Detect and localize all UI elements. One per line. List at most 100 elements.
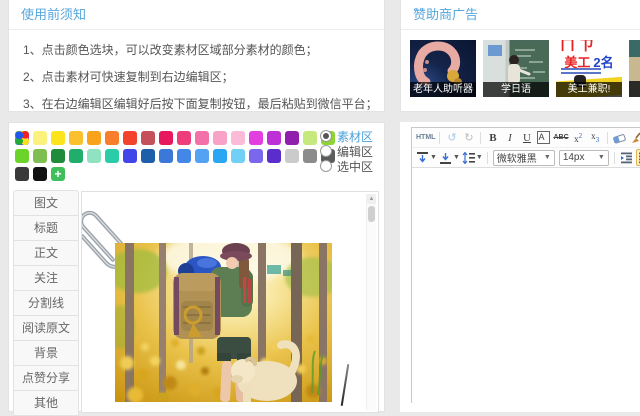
redo-button-label: ↻ <box>464 131 473 144</box>
color-swatch[interactable] <box>123 149 137 163</box>
bold-button[interactable]: B <box>485 130 500 145</box>
editor-toolbar-row2: ▼▼▼微软雅黑▼14px▼ <box>412 148 640 168</box>
color-swatch[interactable] <box>51 149 65 163</box>
color-swatch[interactable] <box>105 149 119 163</box>
sidebar-item-1[interactable]: 图文 <box>13 190 79 216</box>
paperclip-tip-decoration <box>341 364 350 406</box>
font-color-button-label: A <box>537 131 550 144</box>
page: { "notice_panel": { "title": "使用前须知", "i… <box>0 0 640 406</box>
radio-circle[interactable] <box>320 145 332 157</box>
area-radio-1[interactable]: 素材区 <box>320 130 373 145</box>
color-swatch[interactable] <box>249 149 263 163</box>
html-source-button[interactable]: HTML <box>416 130 435 145</box>
color-swatch[interactable] <box>213 131 227 145</box>
line-height-button[interactable]: ▼ <box>462 150 483 165</box>
undo-button[interactable]: ↺ <box>444 130 459 145</box>
strikethrough-button[interactable]: ABC <box>553 130 568 145</box>
color-swatch[interactable] <box>177 131 191 145</box>
ad-caption: 美工兼职! <box>556 82 622 97</box>
color-swatch[interactable] <box>303 149 317 163</box>
subscript-button[interactable]: x3 <box>588 130 603 145</box>
color-swatch[interactable] <box>195 149 209 163</box>
color-swatch[interactable] <box>105 131 119 145</box>
color-swatch[interactable] <box>33 167 47 181</box>
color-swatch[interactable] <box>231 149 245 163</box>
sidebar-item-5[interactable]: 分割线 <box>13 290 79 316</box>
color-swatch[interactable] <box>69 149 83 163</box>
scroll-up-arrow[interactable]: ▲ <box>367 194 376 204</box>
material-category-sidebar: 图文标题正文关注分割线阅读原文背景点赞分享其他 <box>13 190 79 416</box>
rainbow-color-swatch[interactable] <box>15 131 29 145</box>
color-swatch[interactable] <box>123 131 137 145</box>
html-source-button-label: HTML <box>416 134 435 141</box>
toolbar-separator <box>487 152 488 164</box>
color-swatch[interactable] <box>231 131 245 145</box>
ad-thumbnail-2[interactable]: 学日语 <box>483 40 549 97</box>
editor-toolbar-row1: HTML↺↻BIUAABCx2x3▼66 <box>412 128 640 148</box>
color-swatch[interactable] <box>87 131 101 145</box>
radio-circle[interactable] <box>320 160 332 172</box>
color-swatch[interactable] <box>51 131 65 145</box>
color-swatch[interactable] <box>141 149 155 163</box>
eraser-icon[interactable] <box>612 130 627 145</box>
color-swatch[interactable] <box>285 149 299 163</box>
subscript-button-label: x3 <box>591 131 599 144</box>
toolbar-separator <box>614 152 615 164</box>
underline-button[interactable]: U <box>519 130 534 145</box>
superscript-button[interactable]: x2 <box>571 130 586 145</box>
sponsor-ads-title: 赞助商广告 <box>401 0 640 30</box>
spacing-bottom-button[interactable]: ▼ <box>439 150 460 165</box>
color-swatch[interactable] <box>195 131 209 145</box>
color-swatch[interactable] <box>33 131 47 145</box>
editor-content-area[interactable] <box>412 168 640 404</box>
sidebar-item-9[interactable]: 其他 <box>13 390 79 416</box>
color-swatch[interactable] <box>213 149 227 163</box>
photo-material[interactable] <box>115 243 332 402</box>
font-size-select[interactable]: 14px▼ <box>559 150 609 166</box>
color-swatch[interactable] <box>249 131 263 145</box>
sidebar-item-8[interactable]: 点赞分享 <box>13 365 79 391</box>
color-swatch[interactable] <box>159 149 173 163</box>
color-swatch[interactable] <box>267 149 281 163</box>
color-swatch[interactable] <box>141 131 155 145</box>
color-swatch[interactable] <box>15 167 29 181</box>
area-radio-3[interactable]: 选中区 <box>320 160 373 175</box>
color-swatch[interactable] <box>303 131 317 145</box>
radio-label: 编辑区 <box>337 145 373 159</box>
bold-button-label: B <box>489 132 496 144</box>
color-swatch[interactable] <box>87 149 101 163</box>
add-color-button[interactable]: + <box>51 167 65 181</box>
underline-button-label: U <box>523 132 531 144</box>
font-family-select[interactable]: 微软雅黑▼ <box>493 150 555 166</box>
color-swatch[interactable] <box>285 131 299 145</box>
radio-circle[interactable] <box>320 130 332 142</box>
toolbar-separator <box>607 132 608 144</box>
scrollbar-thumb[interactable] <box>368 206 375 222</box>
color-swatch[interactable] <box>177 149 191 163</box>
italic-button[interactable]: I <box>502 130 517 145</box>
color-swatch[interactable] <box>69 131 83 145</box>
broom-icon[interactable] <box>629 130 640 145</box>
ad-thumbnail-4[interactable] <box>629 40 640 97</box>
ads-row: 老年人助听器学日语ㄇㄗ美工2名美工兼职! <box>410 40 640 97</box>
color-swatch[interactable] <box>267 131 281 145</box>
sidebar-item-4[interactable]: 关注 <box>13 265 79 291</box>
sidebar-item-7[interactable]: 背景 <box>13 340 79 366</box>
color-swatch[interactable] <box>15 149 29 163</box>
outdent-button[interactable] <box>619 150 634 165</box>
color-swatch[interactable] <box>33 149 47 163</box>
ad-thumbnail-3[interactable]: ㄇㄗ美工2名美工兼职! <box>556 40 622 97</box>
sidebar-item-2[interactable]: 标题 <box>13 215 79 241</box>
ad-thumbnail-1[interactable]: 老年人助听器 <box>410 40 476 97</box>
font-size-select-value: 14px <box>563 152 585 163</box>
content-scrollbar[interactable]: ▲ <box>366 194 376 410</box>
font-color-button[interactable]: A <box>536 130 551 145</box>
area-radio-2[interactable]: 编辑区 <box>320 145 373 160</box>
color-swatch[interactable] <box>159 131 173 145</box>
redo-button[interactable]: ↻ <box>461 130 476 145</box>
sidebar-item-6[interactable]: 阅读原文 <box>13 315 79 341</box>
radio-label: 素材区 <box>337 130 373 144</box>
spacing-top-button[interactable]: ▼ <box>416 150 437 165</box>
sidebar-item-3[interactable]: 正文 <box>13 240 79 266</box>
align-left-button[interactable] <box>636 149 640 166</box>
